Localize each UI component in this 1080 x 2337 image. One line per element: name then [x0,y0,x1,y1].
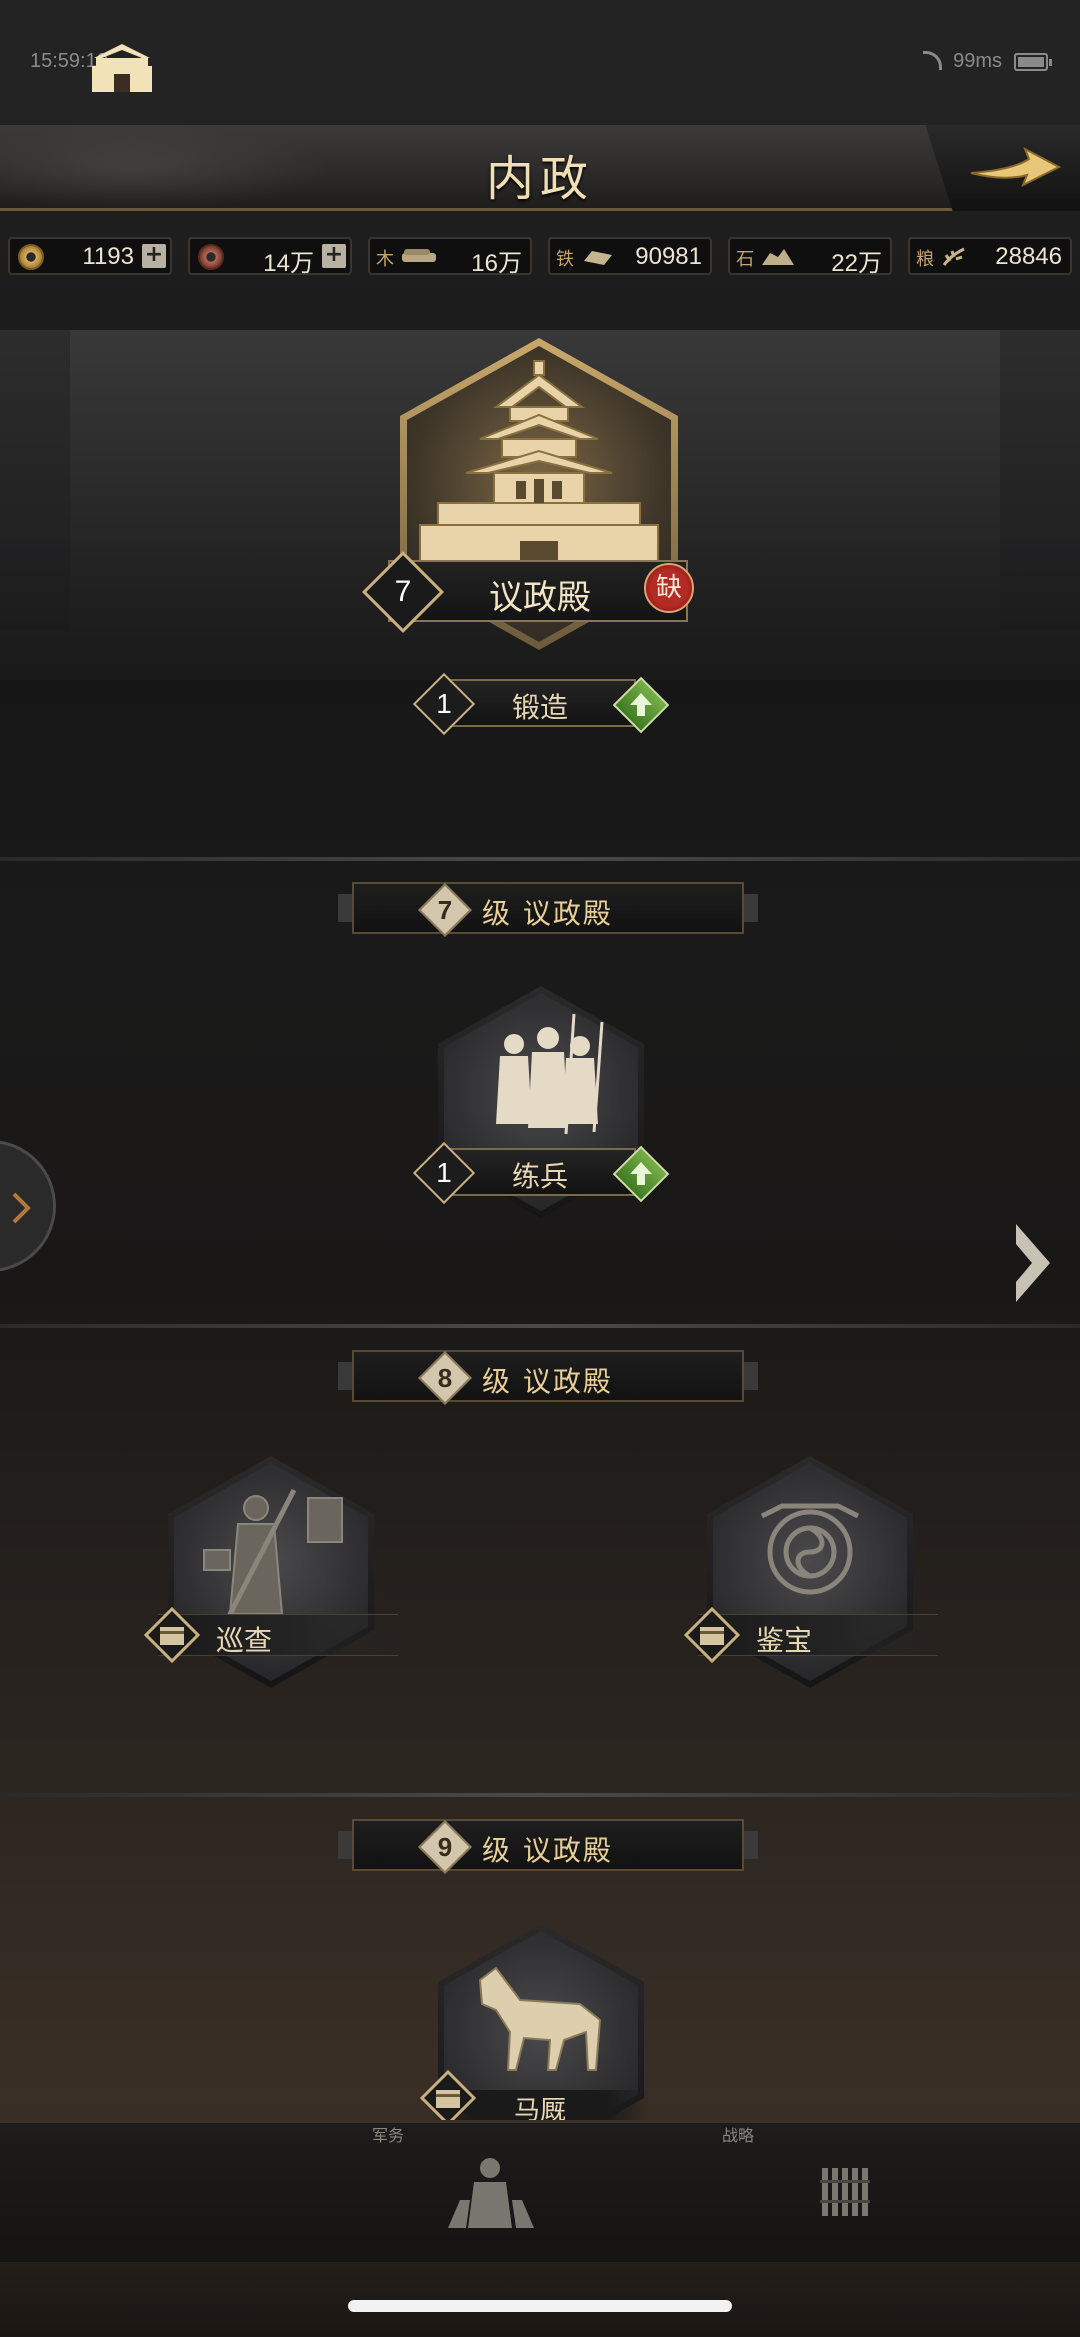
wood-label: 木 [376,249,394,270]
section-level: 9 [437,1832,453,1862]
section-level: 7 [437,895,453,925]
section-level: 8 [437,1363,453,1393]
appraisal-name: 鉴宝 [756,1624,813,1657]
copper-value: 14万 [263,250,314,277]
gold-value: 1193 [82,243,134,270]
training-name: 练兵 [511,1160,568,1193]
tab-strategy[interactable]: 战略 [722,2122,1076,2260]
patrol-guard-icon [203,1488,343,1620]
bamboo-scroll-icon [820,2168,870,2216]
chevron-right-icon [12,1192,31,1224]
section-title: 级 议政殿 [482,897,613,930]
iron-icon [584,251,612,265]
ping-value: 99ms [953,50,1002,72]
right-tower [1000,330,1080,630]
wood-icon [402,249,436,262]
resource-bar: 1193 + 14万 + 木 16万 铁 90981 石 22万 粮 28846 [0,237,1080,279]
battery-icon [1014,52,1052,71]
training-level: 1 [436,1157,452,1188]
iron-label: 铁 [556,249,574,270]
patrol-plate[interactable]: 巡查 [144,1607,398,1663]
main-building-level: 7 [394,575,412,608]
title-bar: 内政 [0,125,1080,211]
page-title: 内政 [485,151,594,207]
stone-value: 22万 [831,250,882,277]
lock-chest-icon [684,1607,740,1663]
section-title: 级 议政殿 [482,1834,613,1867]
tab-label: 战略 [722,2126,755,2145]
section-divider [0,1324,1080,1328]
section-header-level-8: 8 级 议政殿 [338,1350,758,1405]
section-divider [0,857,1080,861]
signal-icon [923,50,943,70]
palace-gate-icon [92,44,152,92]
grain-value: 28846 [995,243,1062,270]
home-indicator[interactable] [348,2300,732,2312]
grain-label: 粮 [916,249,934,270]
status-right: 99ms [923,50,1052,73]
add-copper-button[interactable]: + [322,244,346,268]
shortage-badge: 缺 [644,563,694,613]
left-tower [0,330,70,630]
lock-chest-icon [144,1607,200,1663]
stone-resource[interactable]: 石 22万 [728,237,892,277]
section-header-level-9: 9 级 议政殿 [338,1819,758,1874]
appraisal-plate[interactable]: 鉴宝 [684,1607,938,1663]
tab-label: 军务 [372,2126,405,2145]
arrow-icon [970,146,1062,188]
status-bar: 15:59:10 99ms [0,0,1080,125]
section-header-level-7: 7 级 议政殿 [338,882,758,937]
screen: 15:59:10 99ms 内政 1193 + 14万 + 木 16万 铁 90… [0,0,1080,2337]
copper-resource[interactable]: 14万 + [188,237,352,277]
stone-label: 石 [736,249,754,270]
coin-icon [18,244,44,270]
iron-value: 90981 [635,243,702,270]
tab-military-affairs[interactable]: 军务 [372,2122,722,2260]
copper-coin-icon [198,244,224,270]
gold-resource[interactable]: 1193 + [8,237,172,275]
soldiers-icon [496,1013,604,1135]
horse-icon [478,1966,602,2071]
patrol-name: 巡查 [216,1624,273,1657]
forge-level: 1 [436,688,452,719]
stone-icon [762,249,794,265]
grain-icon [942,247,965,266]
add-gold-button[interactable]: + [142,244,166,268]
section-title: 级 议政殿 [482,1365,613,1398]
forge-name: 锻造 [511,691,568,724]
section-divider [0,1793,1080,1797]
next-page-chevron-icon[interactable] [1010,1220,1056,1306]
lock-chest-icon [420,2070,476,2126]
grain-resource[interactable]: 粮 28846 [908,237,1072,275]
treasure-emblem-icon [760,1503,860,1595]
upgrade-arrow-icon [630,1162,652,1185]
wood-value: 16万 [471,250,522,277]
upgrade-arrow-icon [630,693,652,716]
iron-resource[interactable]: 铁 90981 [548,237,712,275]
palace-icon [419,360,659,566]
wood-resource[interactable]: 木 16万 [368,237,532,277]
general-icon [448,2158,534,2228]
